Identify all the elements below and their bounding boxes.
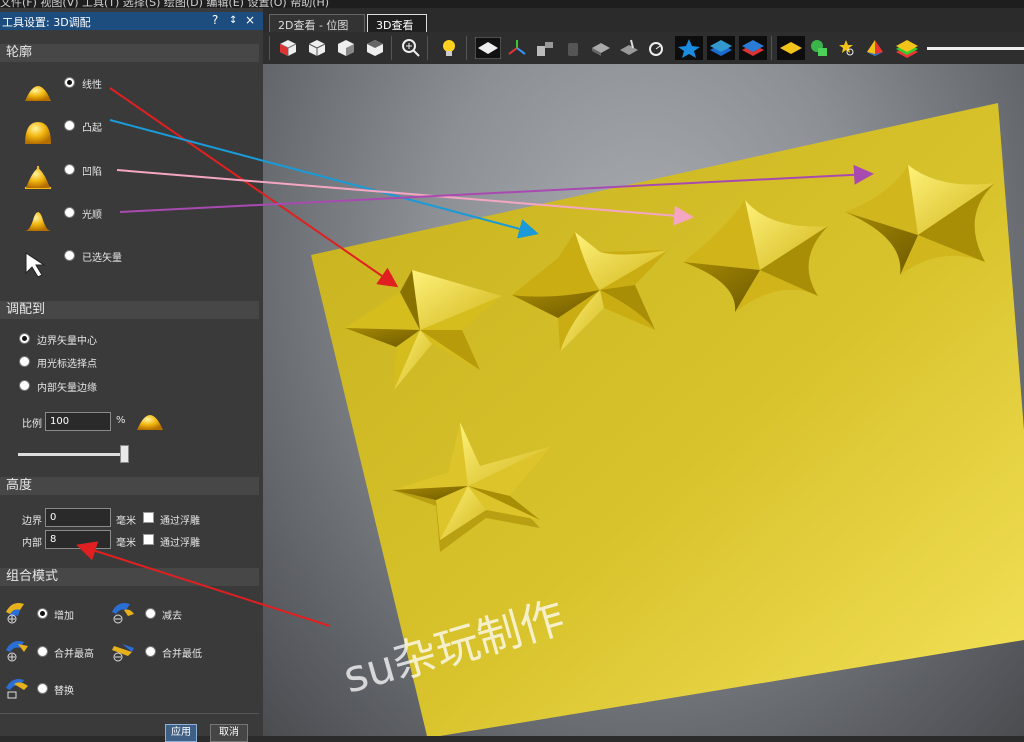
combine-subtract-icon (112, 603, 134, 624)
view-front-icon[interactable] (307, 38, 327, 58)
height-header: 高度 (0, 477, 259, 495)
axes-icon[interactable] (507, 38, 527, 58)
combine-mode-header: 组合模式 (0, 568, 259, 586)
light-bulb-icon[interactable] (439, 38, 459, 58)
layer-tool-icon[interactable] (619, 38, 639, 58)
dome-smooth-icon (25, 212, 51, 231)
scale-slider-track[interactable] (18, 453, 128, 456)
layers-red-icon[interactable] (739, 36, 767, 60)
contour-linear-radio[interactable] (64, 77, 75, 88)
combine-merge-highest-label: 合并最高 (54, 649, 94, 660)
view-side-icon[interactable] (336, 38, 356, 58)
view-top-icon[interactable] (365, 38, 385, 58)
relief-flat-icon[interactable] (475, 37, 501, 59)
contour-selected-vector-radio[interactable] (64, 250, 75, 261)
zoom-icon[interactable] (401, 38, 421, 58)
menu-bar: 文件(F) 视图(V) 工具(T) 选择(S) 绘图(D) 编辑(E) 设置(O… (0, 0, 1024, 9)
fit-boundary-center-label: 边界矢量中心 (37, 336, 97, 347)
scale-label: 比例 (22, 419, 42, 430)
combine-merge-lowest-icon (112, 644, 134, 662)
star-zoom-icon[interactable] (837, 38, 857, 58)
contour-header: 轮廓 (0, 44, 259, 62)
3d-viewport[interactable]: su杂玩制作 (263, 64, 1024, 736)
inner-through-relief-label: 通过浮雕 (160, 538, 200, 549)
combine-subtract-radio[interactable] (145, 608, 156, 619)
dome-convex-icon (25, 122, 51, 144)
contour-linear-label: 线性 (82, 80, 102, 91)
tool-settings-panel: 工具设置: 3D调配 ? ↕ × 轮廓 线性 凸起 凹陷 光顺 已选矢量 调配到… (0, 8, 263, 742)
fit-inner-edge-radio[interactable] (19, 380, 30, 391)
fit-inner-edge-label: 内部矢量边缘 (37, 383, 97, 394)
rainbow-icon[interactable] (895, 38, 919, 58)
pyramid-icon[interactable] (865, 38, 885, 58)
combine-add-icon (6, 603, 24, 624)
green-blob-icon[interactable] (809, 38, 829, 58)
lock-icon[interactable] (563, 38, 583, 58)
combine-replace-label: 替换 (54, 686, 74, 697)
fit-to-header: 调配到 (0, 301, 259, 319)
cancel-button[interactable]: 取消 (210, 724, 248, 742)
scale-unit: % (116, 415, 126, 426)
toolbar-separator (427, 36, 428, 60)
toolbar-separator (269, 36, 270, 60)
boundary-through-relief-checkbox[interactable] (143, 512, 154, 523)
combine-merge-highest-icon (6, 641, 28, 662)
pin-icon[interactable]: ↕ (229, 15, 237, 26)
contour-selected-vector-label: 已选矢量 (82, 253, 122, 264)
toolbar-separator (391, 36, 392, 60)
combine-add-label: 增加 (54, 611, 74, 622)
contour-concave-label: 凹陷 (82, 167, 102, 178)
combine-replace-radio[interactable] (37, 683, 48, 694)
tab-2d-view[interactable]: 2D查看 - 位图层 (269, 14, 365, 48)
toolbar-separator (466, 36, 467, 60)
layer-gray-icon[interactable] (591, 38, 611, 58)
panel-divider (0, 713, 259, 714)
boundary-height-label: 边界 (22, 516, 42, 527)
layers-blue-icon[interactable] (707, 36, 735, 60)
fit-cursor-point-label: 用光标选择点 (37, 359, 97, 370)
inner-height-label: 内部 (22, 538, 42, 549)
combine-add-radio[interactable] (37, 608, 48, 619)
toolbar (263, 32, 1024, 64)
boundary-height-input[interactable]: 0 (45, 508, 111, 527)
inner-through-relief-checkbox[interactable] (143, 534, 154, 545)
combine-merge-lowest-radio[interactable] (145, 646, 156, 657)
close-icon[interactable]: × (245, 13, 255, 27)
tab-3d-view[interactable]: 3D查看 (367, 14, 427, 32)
star-blue-icon[interactable] (675, 36, 703, 60)
inner-height-unit: 毫米 (116, 538, 136, 549)
toolbar-separator (771, 36, 772, 60)
scale-input[interactable]: 100 (45, 412, 111, 431)
apply-button[interactable]: 应用 (165, 724, 197, 742)
boundary-through-relief-label: 通过浮雕 (160, 516, 200, 527)
combine-subtract-label: 减去 (162, 611, 182, 622)
fit-cursor-point-radio[interactable] (19, 356, 30, 367)
contour-convex-label: 凸起 (82, 123, 102, 134)
rotate-icon[interactable] (647, 38, 667, 58)
contour-convex-radio[interactable] (64, 120, 75, 131)
combine-replace-icon (6, 679, 28, 699)
toolbar-slider-line[interactable] (927, 47, 1024, 50)
scale-dome-icon (137, 415, 163, 430)
relief-yellow-icon[interactable] (777, 36, 805, 60)
combine-merge-highest-radio[interactable] (37, 646, 48, 657)
contour-smooth-label: 光顺 (82, 210, 102, 221)
inner-height-input[interactable]: 8 (45, 530, 111, 549)
view-tabs: 2D查看 - 位图层 3D查看 (263, 12, 1024, 48)
view-iso-icon[interactable] (278, 38, 298, 58)
dome-linear-icon (25, 86, 51, 101)
cursor-arrow-icon (25, 252, 46, 278)
shapes-icon[interactable] (535, 38, 555, 58)
combine-merge-lowest-label: 合并最低 (162, 649, 202, 660)
contour-concave-radio[interactable] (64, 164, 75, 175)
contour-smooth-radio[interactable] (64, 207, 75, 218)
scale-slider-thumb[interactable] (120, 445, 129, 463)
panel-title: 工具设置: 3D调配 (2, 16, 91, 29)
help-icon[interactable]: ? (212, 13, 218, 27)
fit-boundary-center-radio[interactable] (19, 333, 30, 344)
dome-concave-icon (24, 165, 52, 189)
panel-titlebar: 工具设置: 3D调配 ? ↕ × (0, 12, 263, 30)
boundary-height-unit: 毫米 (116, 516, 136, 527)
